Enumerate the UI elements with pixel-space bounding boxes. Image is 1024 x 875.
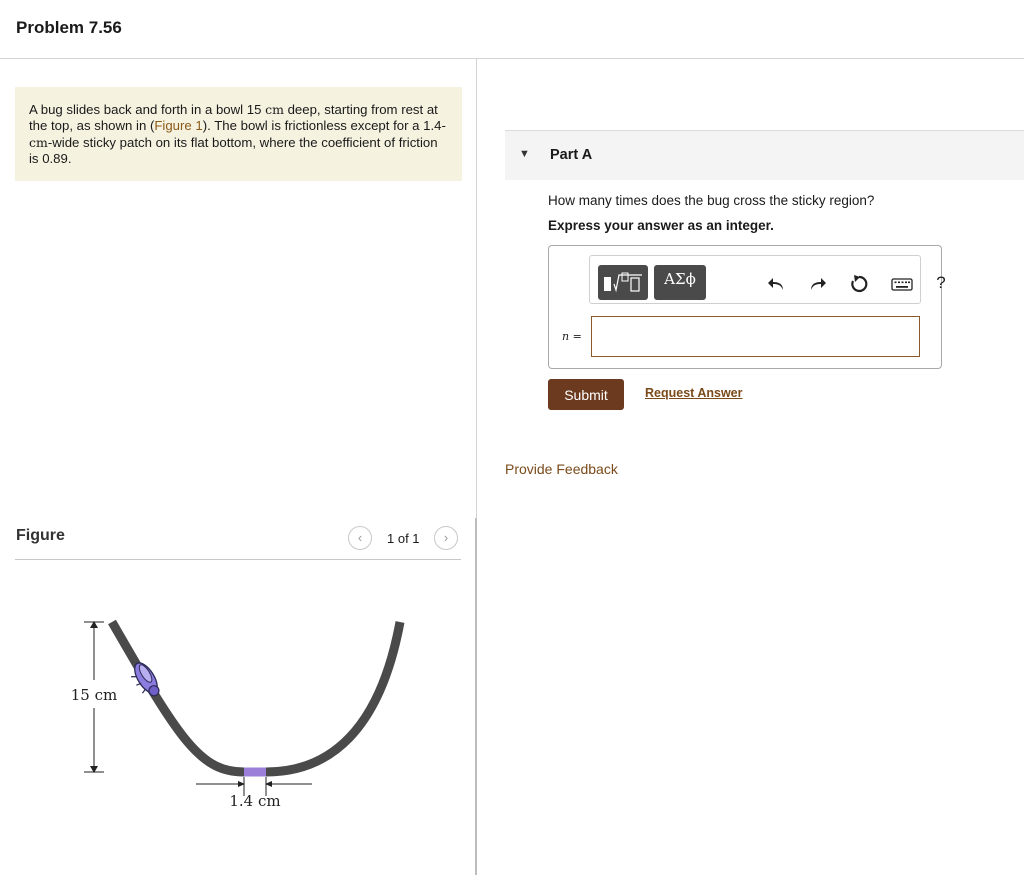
templates-button[interactable]: [598, 265, 648, 300]
part-title: Part A: [550, 147, 593, 163]
problem-text-3: ). The bowl is frictionless except for a…: [202, 118, 446, 134]
provide-feedback-link[interactable]: Provide Feedback: [505, 461, 618, 477]
part-a-header[interactable]: ▼ Part A: [505, 130, 1024, 180]
problem-text-4: -wide sticky patch on its flat bottom, w…: [29, 134, 438, 166]
unit-cm: cm: [265, 102, 284, 117]
caret-down-icon[interactable]: ▼: [519, 148, 530, 160]
unit-cm: cm: [29, 134, 48, 150]
column-divider-lower: [475, 518, 477, 875]
bowl-curve: [108, 619, 405, 777]
templates-icon: [604, 272, 642, 293]
help-button[interactable]: ?: [930, 273, 952, 295]
greek-symbols-button[interactable]: ΑΣϕ: [654, 265, 706, 300]
instruction-text: Express your answer as an integer.: [548, 218, 774, 233]
problem-text-1: A bug slides back and forth in a bowl 15: [29, 102, 266, 117]
chevron-left-icon: ‹: [357, 530, 363, 545]
reset-icon[interactable]: [848, 273, 870, 295]
figure-prev-button[interactable]: ‹: [348, 526, 372, 550]
page-title: Problem 7.56: [16, 18, 122, 37]
chevron-right-icon: ›: [443, 530, 449, 545]
math-toolbar: ΑΣϕ ?: [589, 255, 946, 304]
answer-input[interactable]: [591, 316, 920, 357]
equals-sign: =: [569, 330, 582, 343]
width-label: 1.4 cm: [229, 792, 280, 810]
answer-box: ΑΣϕ ? n =: [548, 245, 946, 369]
bowl-figure: 15 cm 1.4 cm: [71, 619, 405, 810]
redo-icon[interactable]: [806, 273, 828, 295]
submit-button[interactable]: Submit: [548, 379, 624, 410]
keyboard-icon[interactable]: [890, 273, 914, 295]
figure-next-button[interactable]: ›: [434, 526, 458, 550]
undo-icon[interactable]: [766, 273, 788, 295]
sticky-patch: [244, 767, 266, 777]
variable-label: n =: [562, 330, 582, 343]
request-answer-link[interactable]: Request Answer: [645, 386, 742, 400]
figure-counter: 1 of 1: [387, 531, 420, 546]
figure-link[interactable]: Figure 1: [154, 118, 202, 133]
question-text: How many times does the bug cross the st…: [548, 193, 875, 208]
problem-statement: A bug slides back and forth in a bowl 15…: [15, 87, 462, 181]
figure-label: Figure: [16, 527, 65, 544]
header-divider: [0, 58, 1024, 59]
depth-label: 15 cm: [71, 686, 117, 704]
